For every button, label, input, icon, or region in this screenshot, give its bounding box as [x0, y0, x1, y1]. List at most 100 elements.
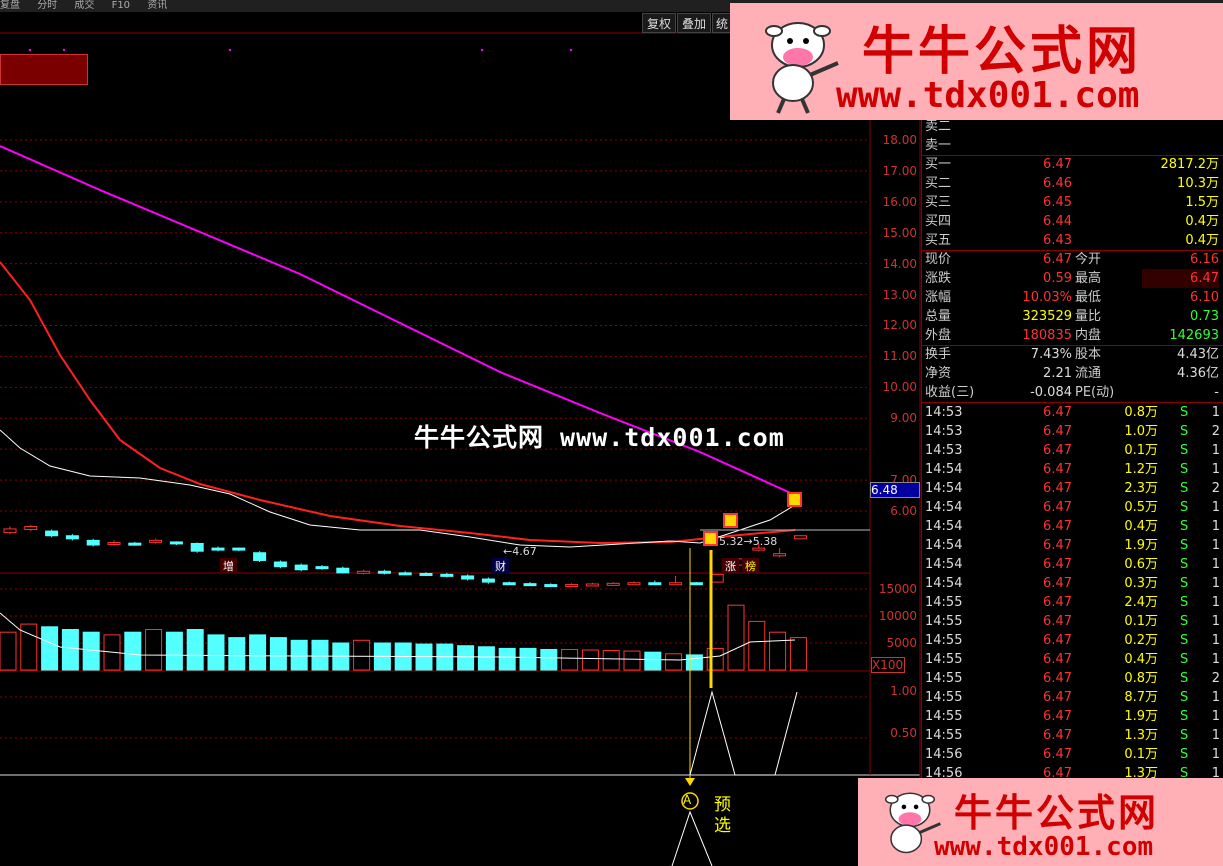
watermark-text: 牛牛公式网 www.tdx001.com: [414, 423, 785, 452]
tick-time: 14:53: [925, 443, 963, 458]
tick-row: 14:55 6.47 0.8万 S 2: [922, 669, 1222, 688]
tick-side: S: [1180, 500, 1189, 515]
tick-side: S: [1180, 747, 1189, 762]
tick-count: 2: [1211, 424, 1220, 439]
marker-dot: [62, 48, 66, 52]
candle-body: [45, 530, 59, 537]
candle-body: [398, 572, 412, 576]
tick-price: 6.47: [1043, 424, 1072, 439]
candle-body: [377, 570, 391, 574]
tick-price: 6.47: [1043, 728, 1072, 743]
tick-price: 6.47: [1043, 652, 1072, 667]
volume-bar: [540, 648, 558, 671]
tick-price: 6.47: [1043, 633, 1072, 648]
volume-bar: [623, 650, 641, 671]
tick-volume: 0.1万: [1124, 614, 1158, 629]
tick-volume: 0.4万: [1124, 519, 1158, 534]
menu-item[interactable]: F10: [112, 0, 130, 12]
volume-bar: [290, 639, 308, 671]
volume-bar: [311, 639, 329, 671]
menu-item[interactable]: 资讯: [147, 0, 167, 12]
event-marker[interactable]: 增: [220, 558, 237, 574]
candle-body: [253, 552, 267, 561]
volume-bar: [0, 631, 17, 671]
tick-row: 14:54 6.47 0.3万 S 1: [922, 574, 1222, 593]
menu-item[interactable]: 分时: [37, 0, 57, 12]
price-tick-label: 13.00: [882, 288, 917, 302]
tick-row: 14:54 6.47 0.5万 S 1: [922, 498, 1222, 517]
candle-body: [461, 575, 475, 580]
stat-row: 涨跌 0.59 最高 6.47: [922, 269, 1222, 288]
event-marker[interactable]: 财: [492, 558, 509, 574]
volume-bar: [498, 647, 516, 671]
price-tick-label: 12.00: [882, 318, 917, 332]
tick-side: S: [1180, 576, 1189, 591]
tick-row: 14:55 6.47 1.9万 S 1: [922, 707, 1222, 726]
event-marker[interactable]: 涨: [722, 558, 739, 574]
tick-price: 6.47: [1043, 519, 1072, 534]
overlay-button[interactable]: 叠加: [677, 13, 711, 33]
tick-price: 6.47: [1043, 557, 1072, 572]
candle-body: [232, 547, 246, 551]
tick-side: S: [1180, 519, 1189, 534]
fund-label: 换手: [925, 347, 952, 362]
candle-body: [65, 535, 79, 540]
tick-row: 14:53 6.47 0.1万 S 1: [922, 441, 1222, 460]
stat-label: 总量: [925, 309, 952, 324]
tick-time: 14:56: [925, 747, 963, 762]
volume-bar: [748, 620, 766, 671]
price-tick-label: 6.00: [890, 504, 917, 518]
menu-item[interactable]: 复盘: [0, 0, 20, 12]
banner-url: www.tdx001.com: [934, 832, 1154, 862]
volume-bar: [457, 645, 475, 671]
candle-body: [315, 566, 329, 570]
tick-row: 14:55 6.47 2.4万 S 1: [922, 593, 1222, 612]
tick-side: S: [1180, 709, 1189, 724]
volume-bar: [353, 639, 371, 671]
fund-label: PE(动): [1075, 385, 1115, 400]
volume-bar: [249, 634, 267, 671]
stat-label: 量比: [1075, 309, 1102, 324]
tick-volume: 0.1万: [1124, 747, 1158, 762]
fund-value: 7.43%: [1030, 347, 1072, 362]
candle-body: [544, 584, 558, 588]
tick-price: 6.47: [1043, 671, 1072, 686]
limit-up-candle: [723, 513, 738, 528]
stat-value: 0.73: [1190, 309, 1219, 324]
volume-bar: [789, 637, 807, 671]
price-tick-label: 15.00: [882, 226, 917, 240]
indicator-line: [671, 810, 713, 866]
event-marker[interactable]: 榜: [742, 558, 759, 574]
stat-label: 最高: [1075, 271, 1102, 286]
stat-value: 180835: [1022, 328, 1072, 343]
candle-body: [3, 528, 17, 534]
tick-side: S: [1180, 557, 1189, 572]
tick-count: 1: [1211, 405, 1220, 420]
limit-up-candle: [787, 492, 802, 507]
candle-body: [357, 570, 371, 574]
tick-price: 6.47: [1043, 462, 1072, 477]
tick-volume: 2.3万: [1124, 481, 1158, 496]
stats-button[interactable]: 统: [712, 13, 732, 33]
tick-row: 14:54 6.47 2.3万 S 2: [922, 479, 1222, 498]
tick-row: 14:53 6.47 1.0万 S 2: [922, 422, 1222, 441]
candle-body: [606, 582, 620, 586]
tick-price: 6.47: [1043, 747, 1072, 762]
menu-item[interactable]: 成交: [74, 0, 94, 12]
adjust-rights-button[interactable]: 复权: [642, 13, 676, 33]
banner-title: 牛牛公式网: [862, 21, 1143, 82]
current-price-tag: 6.48: [870, 482, 920, 498]
tick-time: 14:55: [925, 595, 963, 610]
tick-side: S: [1180, 538, 1189, 553]
buy-row: 买五 6.43 0.4万: [922, 231, 1222, 250]
bid-volume: 10.3万: [1177, 176, 1219, 191]
indicator-box[interactable]: [0, 54, 88, 85]
indicator-line: [689, 690, 798, 776]
cow-mascot-icon: [765, 22, 839, 114]
bid-volume: 0.4万: [1185, 233, 1219, 248]
quote-label: 买二: [925, 176, 952, 191]
marker-dot: [28, 48, 32, 52]
signal-arrow-icon: [685, 778, 695, 786]
candle-body: [24, 525, 38, 531]
tick-count: 1: [1211, 747, 1220, 762]
